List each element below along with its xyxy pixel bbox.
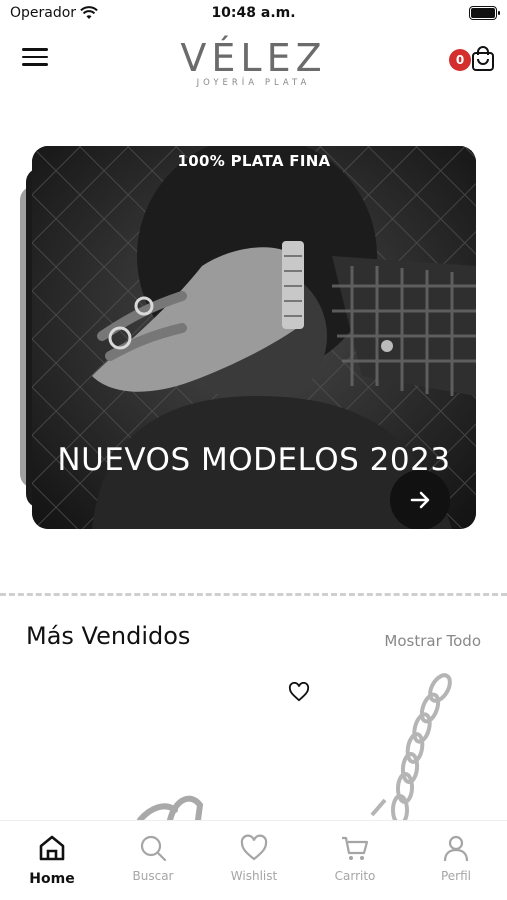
- nav-search-label: Buscar: [132, 869, 174, 883]
- nav-search[interactable]: Buscar: [113, 833, 193, 883]
- nav-profile[interactable]: Perfil: [416, 833, 496, 883]
- status-bar: Operador 10:48 a.m.: [0, 0, 507, 28]
- product-image: [137, 673, 452, 820]
- show-all-link[interactable]: Mostrar Todo: [384, 632, 481, 650]
- heart-icon: [240, 834, 268, 861]
- bottom-nav: Home Buscar Wishlist Carrito Perfil: [0, 820, 507, 900]
- product-card[interactable]: [0, 670, 507, 820]
- brand-logo: VÉLEZ JOYERÍA PLATA: [0, 36, 507, 88]
- hero-next-button[interactable]: [390, 470, 450, 529]
- nav-wishlist[interactable]: Wishlist: [214, 833, 294, 883]
- nav-cart-label: Carrito: [334, 869, 376, 883]
- nav-cart[interactable]: Carrito: [315, 833, 395, 883]
- logo-title: VÉLEZ: [180, 36, 327, 80]
- clock: 10:48 a.m.: [211, 5, 296, 21]
- cart-count-badge: 0: [449, 49, 471, 71]
- section-divider: [0, 593, 507, 596]
- arrow-right-icon: [410, 491, 430, 509]
- logo-subtitle: JOYERÍA PLATA: [196, 78, 311, 88]
- heart-icon: [288, 681, 310, 702]
- nav-wishlist-label: Wishlist: [230, 869, 278, 883]
- home-icon: [39, 835, 65, 861]
- nav-home[interactable]: Home: [12, 833, 92, 887]
- user-icon: [443, 835, 469, 862]
- cart-icon: [342, 836, 369, 860]
- battery-icon: [469, 6, 500, 20]
- wishlist-toggle-button[interactable]: [288, 681, 310, 706]
- best-sellers-title: Más Vendidos: [26, 622, 191, 650]
- hero-banner[interactable]: 100% PLATA FINA NUEVOS MODELOS 2023: [32, 146, 476, 529]
- nav-profile-label: Perfil: [440, 869, 472, 883]
- shopping-bag-icon: [472, 46, 494, 71]
- nav-home-label: Home: [29, 871, 75, 887]
- header-cart-button[interactable]: 0: [449, 46, 499, 74]
- hero-tagline: 100% PLATA FINA: [177, 152, 331, 170]
- search-icon: [140, 835, 167, 862]
